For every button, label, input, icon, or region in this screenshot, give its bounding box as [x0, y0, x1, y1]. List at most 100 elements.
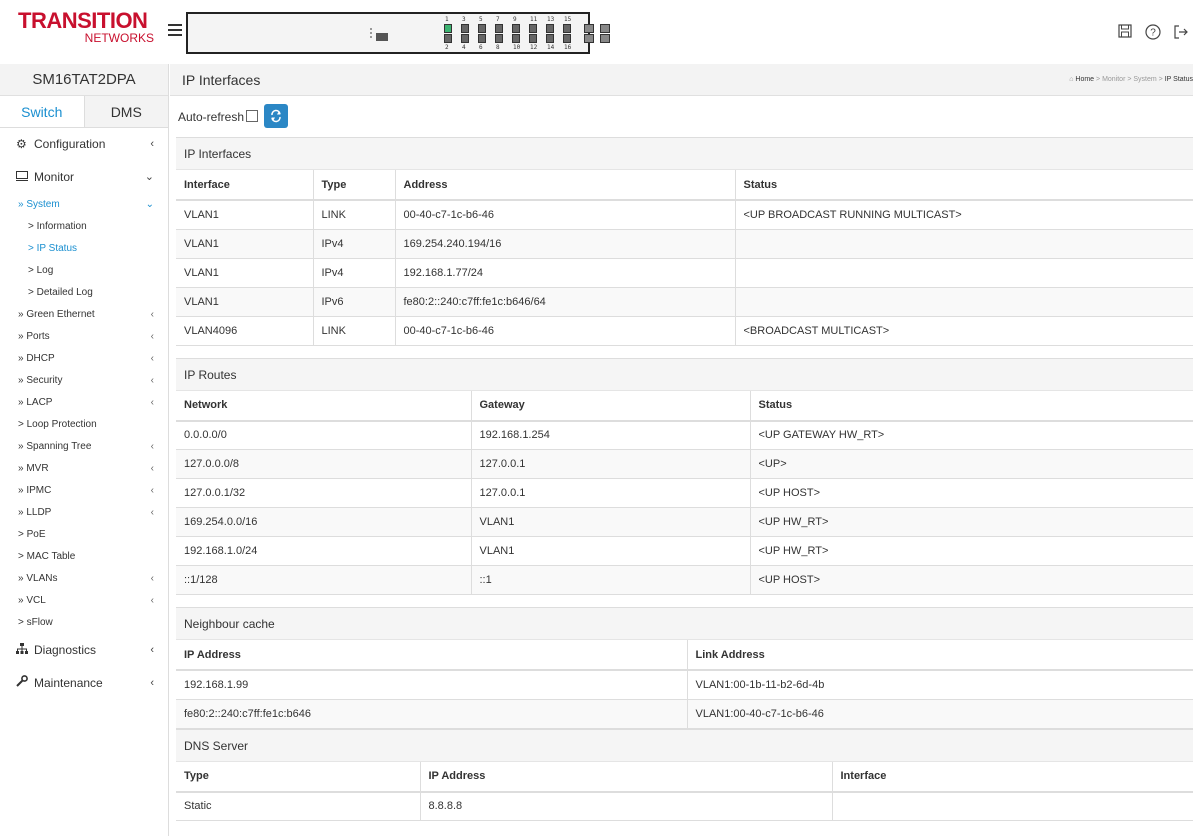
nav-monitor-item[interactable]: » Green Ethernet ‹ [0, 304, 168, 326]
port-5[interactable] [478, 24, 486, 33]
chevron-left-icon: ‹ [150, 485, 154, 496]
nav-monitor-item[interactable]: > MAC Table [0, 546, 168, 568]
port-7[interactable] [495, 24, 503, 33]
port-16[interactable] [563, 34, 571, 43]
column-header: Status [750, 390, 1193, 422]
nav-ip-status[interactable]: > IP Status [0, 238, 168, 260]
port-6[interactable] [478, 34, 486, 43]
console-port [376, 33, 388, 41]
nav-monitor-item[interactable]: » Security ‹ [0, 370, 168, 392]
sfp-port[interactable] [600, 24, 610, 33]
chevron-left-icon: ‹ [150, 595, 154, 606]
table-cell: 192.168.1.99 [176, 670, 688, 700]
column-header: IP Address [176, 640, 688, 671]
nav-monitor-item-label: > Loop Protection [18, 419, 97, 430]
port-14[interactable] [546, 34, 554, 43]
nav-configuration[interactable]: ⚙ Configuration ‹ [0, 128, 168, 161]
help-icon[interactable]: ? [1145, 24, 1161, 40]
ip-routes-table: Network Gateway Status 0.0.0.0/0 192.168.1.… [176, 390, 1193, 595]
chevron-left-icon: ‹ [150, 441, 154, 452]
nav-monitor-item[interactable]: » IPMC ‹ [0, 480, 168, 502]
chevron-down-icon: ⌄ [144, 171, 154, 183]
table-row: ::1/128::1 <UP HOST> [176, 565, 1193, 595]
chevron-left-icon: ‹ [150, 353, 154, 364]
table-cell: LINK [313, 200, 396, 230]
port-3[interactable] [461, 24, 469, 33]
chevron-left-icon: ‹ [150, 138, 154, 150]
menu-toggle-icon[interactable] [168, 24, 182, 36]
nav-monitor-item-label: » Security [18, 375, 63, 386]
port-2[interactable] [444, 34, 452, 43]
top-bar: TRANSITION NETWORKS 1 2 3 4 5 6 7 8 9 10 11 12 13 14 1… [0, 0, 1193, 64]
port-11[interactable] [529, 24, 537, 33]
table-cell: VLAN1 [176, 229, 314, 259]
nav-monitor-item[interactable]: » LLDP ‹ [0, 502, 168, 524]
chevron-left-icon: ‹ [150, 507, 154, 518]
nav-monitor-item[interactable]: > PoE [0, 524, 168, 546]
nav-monitor-item[interactable]: » LACP ‹ [0, 392, 168, 414]
save-icon[interactable] [1117, 24, 1133, 40]
nav-diagnostics[interactable]: Diagnostics ‹ [0, 634, 168, 667]
nav-monitor-item[interactable]: » MVR ‹ [0, 458, 168, 480]
nav-monitor-item[interactable]: > sFlow [0, 612, 168, 634]
table-cell: VLAN1 [471, 507, 751, 537]
nav-monitor-item[interactable]: > Loop Protection [0, 414, 168, 436]
port-label: 12 [530, 44, 538, 51]
table-cell [735, 258, 1193, 288]
port-9[interactable] [512, 24, 520, 33]
table-row: 0.0.0.0/0 192.168.1.254 <UP GATEWAY HW_RT> [176, 420, 1193, 450]
column-header: Address [395, 170, 736, 201]
table-cell: 127.0.0.1 [471, 449, 751, 479]
nav-maintenance[interactable]: Maintenance ‹ [0, 667, 168, 700]
port-10[interactable] [512, 34, 520, 43]
breadcrumb-home[interactable]: Home [1075, 76, 1094, 83]
nav-monitor-item[interactable]: » VLANs ‹ [0, 568, 168, 590]
nav-information[interactable]: > Information [0, 216, 168, 238]
table-row: VLAN1 IPv4 192.168.1.77/24 [176, 258, 1193, 288]
port-label: 15 [564, 16, 572, 23]
table-cell: 192.168.1.77/24 [395, 258, 736, 288]
sfp-port[interactable] [584, 34, 594, 43]
table-cell: 0.0.0.0/0 [176, 420, 472, 450]
port-label: 11 [530, 16, 538, 23]
port-4[interactable] [461, 34, 469, 43]
breadcrumb-monitor[interactable]: Monitor [1102, 76, 1125, 83]
nav-monitor-item-label: » Ports [18, 331, 50, 342]
nav-log[interactable]: > Log [0, 260, 168, 282]
breadcrumb-system[interactable]: System [1133, 76, 1156, 83]
chevron-left-icon: ‹ [150, 309, 154, 320]
port-label: 13 [547, 16, 555, 23]
port-8[interactable] [495, 34, 503, 43]
nav-monitor-item[interactable]: » DHCP ‹ [0, 348, 168, 370]
port-13[interactable] [546, 24, 554, 33]
tab-switch[interactable]: Switch [0, 96, 85, 127]
auto-refresh-checkbox[interactable] [246, 110, 258, 122]
nav-system[interactable]: » System ⌄ [0, 194, 168, 216]
nav-monitor-item[interactable]: » VCL ‹ [0, 590, 168, 612]
auto-refresh-label: Auto-refresh [178, 110, 245, 124]
wrench-icon [16, 667, 30, 700]
column-header: Type [313, 170, 396, 201]
sfp-port[interactable] [600, 34, 610, 43]
port-15[interactable] [563, 24, 571, 33]
nav-monitor-item[interactable]: » Spanning Tree ‹ [0, 436, 168, 458]
port-1[interactable] [444, 24, 452, 33]
logout-icon[interactable] [1173, 24, 1189, 40]
refresh-button[interactable] [264, 104, 288, 128]
nav-monitor-item[interactable]: » Ports ‹ [0, 326, 168, 348]
nav-monitor[interactable]: Monitor ⌄ [0, 161, 168, 194]
nav-detailed-log[interactable]: > Detailed Log [0, 282, 168, 304]
chevron-left-icon: ‹ [150, 397, 154, 408]
table-row: VLAN1 IPv4 169.254.240.194/16 [176, 229, 1193, 259]
section-title-ip-routes: IP Routes [176, 358, 1193, 391]
section-title-dns-server: DNS Server [176, 729, 1193, 762]
sfp-port[interactable] [584, 24, 594, 33]
switch-port-panel: 1 2 3 4 5 6 7 8 9 10 11 12 13 14 15 16 [186, 12, 610, 54]
monitor-icon [16, 161, 30, 194]
ip-interfaces-section: IP Interfaces Interface Type Address Status… [176, 137, 1193, 346]
tab-dms[interactable]: DMS [85, 96, 169, 127]
port-12[interactable] [529, 34, 537, 43]
table-cell: VLAN1 [176, 287, 314, 317]
page-header: IP Interfaces ⌂ Home > Monitor > System … [170, 64, 1193, 96]
top-icons: ? [1113, 24, 1193, 44]
